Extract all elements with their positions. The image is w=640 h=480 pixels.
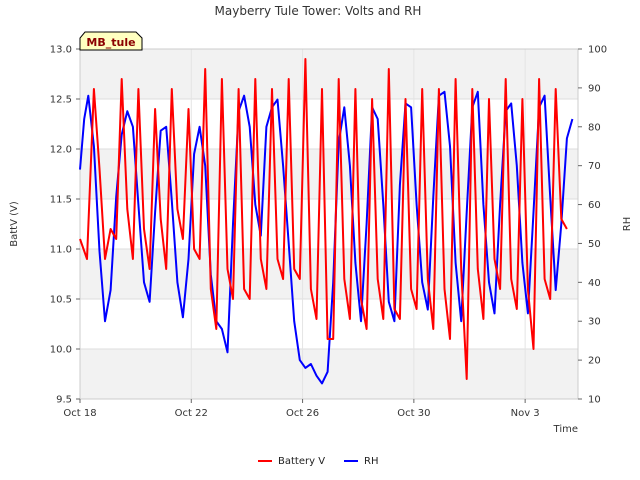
x-tick-label: Oct 22 [175, 408, 208, 419]
y-right-tick-label: 90 [588, 83, 601, 94]
x-tick-label: Nov 3 [511, 408, 540, 419]
y-left-tick-label: 9.5 [56, 395, 72, 406]
y-left-tick-label: 10.5 [50, 295, 72, 306]
plot-band [80, 249, 578, 299]
y-left-tick-label: 12.5 [50, 95, 72, 106]
chart: Mayberry Tule Tower: Volts and RH Oct 18… [9, 4, 633, 467]
y-right-tick-label: 80 [588, 122, 601, 133]
y-right-tick-label: 30 [588, 317, 601, 328]
x-axis: Oct 18 Oct 22 Oct 26 Oct 30 Nov 3 [63, 399, 540, 419]
y-right-tick-label: 10 [588, 395, 601, 406]
y-right-tick-label: 70 [588, 161, 601, 172]
y-right-tick-label: 40 [588, 278, 601, 289]
y-left-tick-label: 13.0 [50, 45, 72, 56]
x-axis-title: Time [553, 424, 578, 435]
y-axis-left: 9.5 10.0 10.5 11.0 11.5 12.0 12.5 13.0 [50, 45, 80, 406]
y-axis-left-title: BattV (V) [9, 201, 20, 247]
y-left-tick-label: 10.0 [50, 345, 72, 356]
y-right-tick-label: 20 [588, 356, 601, 367]
station-badge: MB_tule [79, 31, 143, 51]
plot-band [80, 49, 578, 99]
y-axis-right: 10 20 30 40 50 60 70 80 90 100 [578, 45, 607, 406]
y-left-tick-label: 11.0 [50, 245, 72, 256]
x-tick-label: Oct 18 [63, 408, 96, 419]
x-tick-label: Oct 30 [397, 408, 430, 419]
legend-label-rh: RH [364, 456, 378, 467]
chart-title: Mayberry Tule Tower: Volts and RH [215, 4, 422, 18]
y-right-tick-label: 100 [588, 45, 607, 56]
x-tick-label: Oct 26 [286, 408, 319, 419]
legend: Battery V RH [258, 456, 378, 467]
y-axis-right-title: RH [622, 217, 633, 231]
y-left-tick-label: 11.5 [50, 195, 72, 206]
y-right-tick-label: 50 [588, 239, 601, 250]
station-badge-label: MB_tule [86, 36, 135, 49]
y-right-tick-label: 60 [588, 200, 601, 211]
y-left-tick-label: 12.0 [50, 145, 72, 156]
legend-label-battery: Battery V [278, 456, 325, 467]
